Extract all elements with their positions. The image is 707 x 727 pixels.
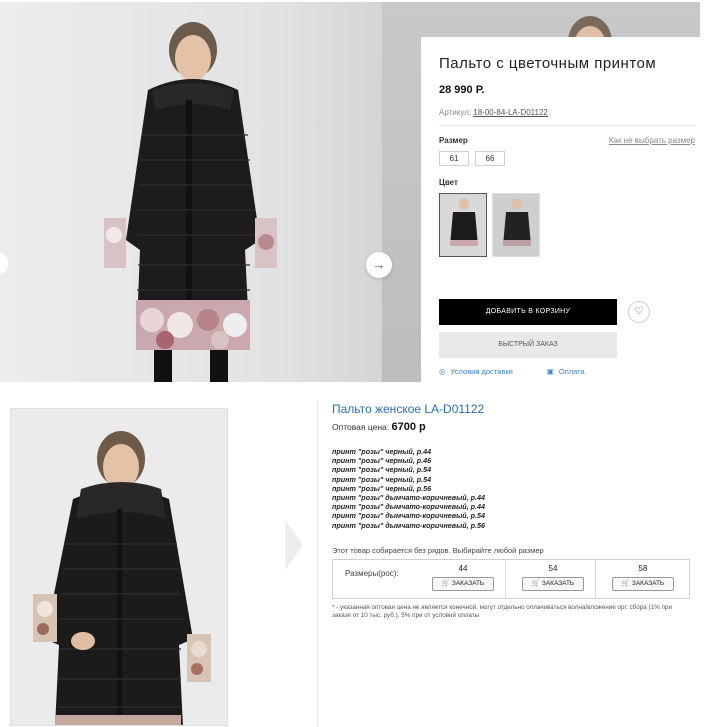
variant-item: принт "розы" черный, р.56	[332, 483, 432, 493]
product-info-panel: Пальто с цветочным принтом 28 990 Р. Арт…	[421, 37, 704, 385]
wholesale-price: Оптовая цена: 6700 р	[332, 421, 426, 433]
delivery-link-label: Условия доставки	[450, 367, 513, 376]
article-line: Артикул: 18-00-84-LA-D01122	[439, 108, 704, 117]
article-value: 18-00-84-LA-D01122	[473, 108, 548, 117]
size-value: 54	[548, 564, 558, 573]
variant-item: принт "розы" черный, р.54	[332, 474, 432, 484]
sizes-header: Размеры(рос):	[345, 569, 399, 578]
cart-icon: 🛒	[621, 580, 630, 587]
wholesale-listing: Пальто женское LA-D01122 Оптовая цена: 6…	[0, 400, 707, 727]
color-label: Цвет	[439, 178, 458, 187]
cart-icon: 🛒	[531, 580, 540, 587]
size-column: 54 🛒 ЗАКАЗАТЬ	[513, 564, 593, 591]
variant-item: принт "розы" черный, р.46	[332, 456, 432, 466]
order-button[interactable]: 🛒 ЗАКАЗАТЬ	[432, 577, 494, 591]
divider	[595, 560, 596, 598]
color-swatch-brown[interactable]	[492, 193, 540, 257]
size-row: Размер Как не выбрать размер	[439, 136, 695, 145]
variant-item: принт "розы" дымчато-коричневый, р.44	[332, 493, 486, 503]
size-column: 58 🛒 ЗАКАЗАТЬ	[603, 564, 683, 591]
size-label: Размер	[439, 136, 468, 145]
order-button[interactable]: 🛒 ЗАКАЗАТЬ	[612, 577, 674, 591]
divider	[439, 125, 695, 126]
cart-icon: 🛒	[441, 580, 450, 587]
size-options: 61 66	[439, 151, 704, 166]
product-title: Пальто с цветочным принтом	[439, 55, 657, 72]
size-note: Этот товар собирается без рядов. Выбирай…	[332, 546, 544, 555]
variant-list: принт "розы" черный, р.44 принт "розы" ч…	[332, 447, 485, 530]
size-column: 44 🛒 ЗАКАЗАТЬ	[423, 564, 503, 591]
order-label: ЗАКАЗАТЬ	[451, 580, 485, 587]
order-label: ЗАКАЗАТЬ	[541, 580, 575, 587]
payment-link[interactable]: ▣ Оплата	[547, 367, 585, 376]
delivery-link[interactable]: ◎ Условия доставки	[439, 367, 513, 376]
variant-item: принт "розы" дымчато-коричневый, р.56	[332, 520, 486, 530]
wholesale-product-title[interactable]: Пальто женское LA-D01122	[332, 402, 484, 416]
divider	[317, 400, 318, 727]
variant-item: принт "розы" черный, р.54	[332, 465, 432, 475]
chevron-right-icon	[285, 520, 303, 570]
size-option[interactable]: 66	[475, 151, 505, 166]
divider	[505, 560, 506, 598]
page: → Пальто с цветочным принтом 28 990 Р. А…	[0, 0, 707, 727]
wholesale-product-photo[interactable]	[10, 408, 228, 726]
payment-icon: ▣	[546, 367, 554, 376]
variant-item: принт "розы" черный, р.44	[332, 447, 432, 456]
size-guide-link[interactable]: Как не выбрать размер	[609, 136, 695, 145]
payment-link-label: Оплата	[558, 367, 585, 376]
size-value: 58	[638, 564, 648, 573]
next-arrow-icon[interactable]: →	[366, 252, 392, 278]
wholesale-price-value: 6700 р	[391, 421, 426, 433]
size-option[interactable]: 61	[439, 151, 469, 166]
favorite-heart-icon[interactable]: ♡	[628, 301, 650, 323]
product-price: 28 990 Р.	[439, 84, 485, 96]
order-button[interactable]: 🛒 ЗАКАЗАТЬ	[522, 577, 584, 591]
retail-product-card: → Пальто с цветочным принтом 28 990 Р. А…	[0, 0, 707, 385]
add-to-cart-button[interactable]: ДОБАВИТЬ В КОРЗИНУ	[439, 299, 617, 325]
order-table: Размеры(рос): 44 🛒 ЗАКАЗАТЬ 54 🛒 ЗАКАЗАТЬ …	[332, 559, 690, 599]
size-value: 44	[458, 564, 468, 573]
footnote: * - указанная оптовая цена не является к…	[332, 604, 672, 619]
color-swatches	[439, 193, 704, 257]
color-swatch-black[interactable]	[439, 193, 487, 257]
delivery-icon: ◎	[439, 367, 446, 376]
variant-item: принт "розы" дымчато-коричневый, р.44	[332, 502, 486, 512]
quick-order-button[interactable]: БЫСТРЫЙ ЗАКАЗ	[439, 332, 617, 358]
variant-item: принт "розы" дымчато-коричневый, р.54	[332, 511, 486, 521]
order-label: ЗАКАЗАТЬ	[631, 580, 665, 587]
wholesale-price-label: Оптовая цена:	[332, 422, 390, 432]
info-links: ◎ Условия доставки ▣ Оплата	[439, 367, 585, 376]
article-label: Артикул:	[439, 108, 472, 117]
product-photo-main	[104, 22, 277, 382]
